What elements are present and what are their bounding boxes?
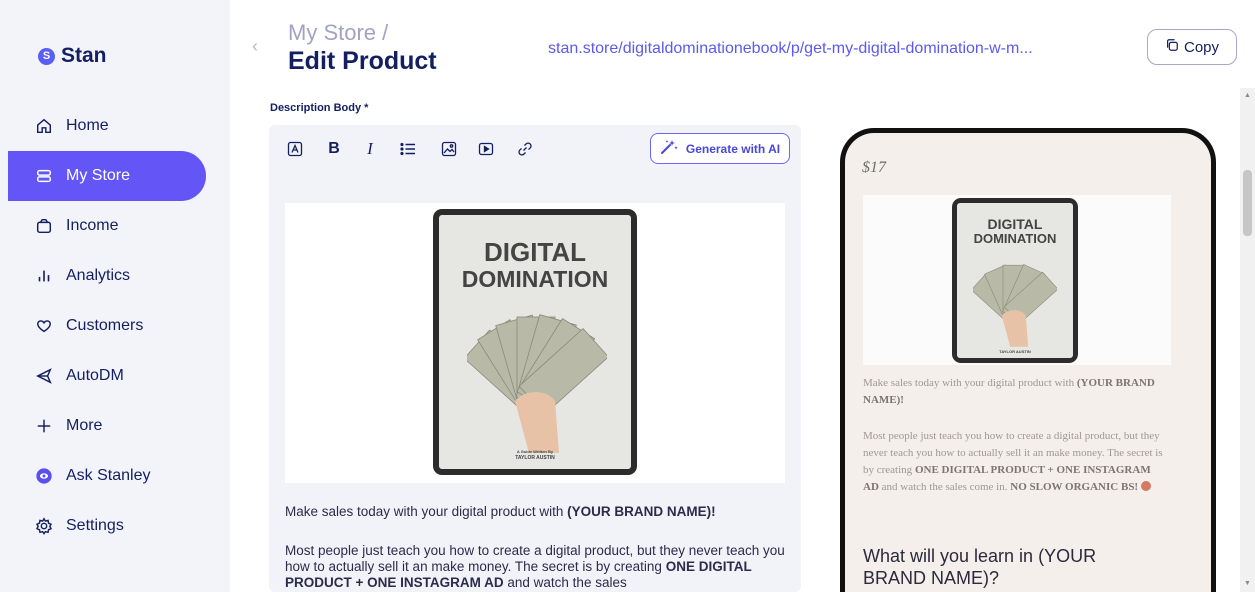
app-window: S Stan Home My Store Income Analytics Cu… <box>0 0 1255 592</box>
scroll-thumb[interactable] <box>1243 170 1252 236</box>
list-icon[interactable] <box>398 139 418 159</box>
preview-cover-screen: DIGITAL DOMINATION TAYLOR AUSTIN <box>957 203 1073 358</box>
money-fan-illustration <box>467 314 607 453</box>
plus-icon <box>34 416 54 436</box>
store-url-link[interactable]: stan.store/digitaldominationebook/p/get-… <box>548 40 1033 58</box>
preview-heading: What will you learn in (YOUR BRAND NAME)… <box>863 546 1097 588</box>
heart-icon <box>34 316 54 336</box>
paragraph-text: and watch the sales <box>503 575 627 590</box>
preview-paragraph-2: Most people just teach you how to create… <box>863 428 1163 496</box>
preview-cover-image: DIGITAL DOMINATION TAYLOR AUSTIN <box>863 195 1171 365</box>
description-paragraph-2: Most people just teach you how to create… <box>285 543 785 591</box>
description-paragraph-1: Make sales today with your digital produ… <box>285 504 785 520</box>
description-editor[interactable]: B I Generate with AI DIGITAL DOMINATION … <box>269 125 801 592</box>
link-icon[interactable] <box>515 139 535 159</box>
scroll-up-icon[interactable]: ▲ <box>1244 92 1251 99</box>
brand-name: Stan <box>61 44 107 67</box>
bold-button[interactable]: B <box>324 139 344 159</box>
sidebar-item-autodm[interactable]: AutoDM <box>8 351 206 401</box>
sidebar-item-income[interactable]: Income <box>8 201 206 251</box>
breadcrumb[interactable]: My Store / <box>288 20 388 46</box>
text-style-icon[interactable] <box>285 139 305 159</box>
copy-button[interactable]: Copy <box>1147 29 1237 65</box>
emoji-icon <box>1140 481 1151 491</box>
paragraph-text: Make sales today with your digital produ… <box>285 504 568 519</box>
sidebar-item-label: My Store <box>66 167 131 184</box>
paragraph-bold: (YOUR BRAND NAME)! <box>567 504 716 519</box>
preview-text: Make sales today with your digital produ… <box>863 377 1077 389</box>
image-icon[interactable] <box>439 139 459 159</box>
preview-bold: NO SLOW ORGANIC BS! <box>1010 481 1139 493</box>
sidebar: S Stan Home My Store Income Analytics Cu… <box>0 0 230 592</box>
cover-author: TAYLOR AUSTIN <box>515 455 555 461</box>
cover-title-line2: DOMINATION <box>461 266 609 292</box>
gear-icon <box>34 516 54 536</box>
preview-money-fan-illustration <box>973 264 1057 347</box>
sidebar-item-label: Ask Stanley <box>66 467 151 484</box>
italic-button[interactable]: I <box>360 139 380 159</box>
analytics-icon <box>34 266 54 286</box>
scrollbar[interactable]: ▲ ▼ <box>1240 88 1255 592</box>
cover-screen: DIGITAL DOMINATION A Guide Written By TA… <box>439 215 631 469</box>
page-title: Edit Product <box>288 47 437 75</box>
sidebar-item-my-store[interactable]: My Store <box>8 151 206 201</box>
sidebar-item-label: More <box>66 417 103 434</box>
product-cover-image[interactable]: DIGITAL DOMINATION A Guide Written By TA… <box>285 203 785 483</box>
back-chevron-icon[interactable]: ‹ <box>252 36 258 57</box>
preview-cover-title-line1: DIGITAL <box>987 216 1043 232</box>
preview-paragraph-1: Make sales today with your digital produ… <box>863 375 1163 409</box>
wallet-icon <box>34 216 54 236</box>
preview-cover-author: TAYLOR AUSTIN <box>999 349 1031 354</box>
sidebar-item-more[interactable]: More <box>8 401 206 451</box>
magic-wand-icon <box>660 139 678 158</box>
description-body-label: Description Body * <box>270 102 369 114</box>
main-content: Description Body * B I Generate with AI … <box>230 88 1255 592</box>
copy-icon <box>1165 38 1179 56</box>
sidebar-item-label: Analytics <box>66 267 131 284</box>
store-icon <box>34 166 54 186</box>
store-preview-phone: $17 DIGITAL DOMINATION TAYLOR AUSTIN Mak… <box>840 128 1216 592</box>
sidebar-item-label: Settings <box>66 517 124 534</box>
sidebar-item-label: Income <box>66 217 119 234</box>
preview-price: $17 <box>862 159 886 176</box>
preview-text: and watch the sales come in. <box>878 481 1011 493</box>
generate-with-ai-button[interactable]: Generate with AI <box>650 133 790 164</box>
sidebar-item-home[interactable]: Home <box>8 101 206 151</box>
preview-cover-title-line2: DOMINATION <box>973 231 1057 246</box>
stanley-icon <box>34 466 54 486</box>
cover-title-line1: DIGITAL <box>483 237 587 267</box>
brand[interactable]: S Stan <box>38 44 107 68</box>
sidebar-item-label: AutoDM <box>66 367 124 384</box>
editor-content[interactable]: DIGITAL DOMINATION A Guide Written By TA… <box>285 203 785 592</box>
scroll-down-icon[interactable]: ▼ <box>1244 580 1251 587</box>
copy-button-label: Copy <box>1183 38 1220 56</box>
sidebar-nav: Home My Store Income Analytics Customers… <box>8 101 206 551</box>
home-icon <box>34 116 54 136</box>
tablet-frame: DIGITAL DOMINATION A Guide Written By TA… <box>433 209 637 475</box>
stan-logo-icon: S <box>38 47 55 65</box>
generate-button-label: Generate with AI <box>685 141 781 156</box>
sidebar-item-settings[interactable]: Settings <box>8 501 206 551</box>
send-icon <box>34 366 54 386</box>
editor-toolbar: B I Generate with AI <box>269 125 801 173</box>
sidebar-item-label: Home <box>66 117 109 134</box>
video-icon[interactable] <box>476 139 496 159</box>
sidebar-item-analytics[interactable]: Analytics <box>8 251 206 301</box>
cover-byline: A Guide Written By <box>516 449 554 454</box>
sidebar-item-customers[interactable]: Customers <box>8 301 206 351</box>
preview-tablet-frame: DIGITAL DOMINATION TAYLOR AUSTIN <box>952 198 1078 363</box>
sidebar-item-ask-stanley[interactable]: Ask Stanley <box>8 451 206 501</box>
sidebar-item-label: Customers <box>66 317 144 334</box>
top-bar: ‹ My Store / Edit Product stan.store/dig… <box>230 0 1255 88</box>
